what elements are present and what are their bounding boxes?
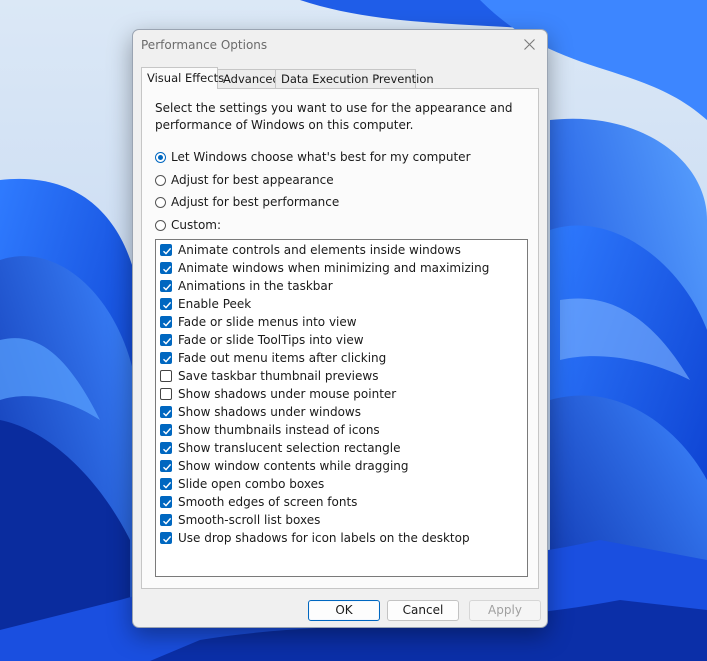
close-button[interactable] [517,33,543,57]
checkbox[interactable] [160,316,172,328]
option-label: Show thumbnails instead of icons [178,423,380,437]
checkbox[interactable] [160,496,172,508]
checkbox[interactable] [160,280,172,292]
window-title: Performance Options [141,38,268,52]
apply-button[interactable]: Apply [469,600,541,621]
option-label: Save taskbar thumbnail previews [178,369,379,383]
option-fade-tooltips[interactable]: Fade or slide ToolTips into view [160,331,364,349]
checkmark-icon [163,319,172,327]
option-shadows-windows[interactable]: Show shadows under windows [160,403,361,421]
checkbox[interactable] [160,334,172,346]
checkbox[interactable] [160,442,172,454]
tab-visual-effects[interactable]: Visual Effects [141,67,224,89]
option-label: Use drop shadows for icon labels on the … [178,531,470,545]
option-label: Enable Peek [178,297,252,311]
option-label: Show shadows under mouse pointer [178,387,397,401]
option-window-contents-dragging[interactable]: Show window contents while dragging [160,457,409,475]
checkmark-icon [163,337,172,345]
radio-button[interactable] [155,219,166,231]
checkbox[interactable] [160,406,172,418]
checkbox[interactable] [160,352,172,364]
option-shadows-mouse-pointer[interactable]: Show shadows under mouse pointer [160,385,396,403]
option-label: Show window contents while dragging [178,459,409,473]
checkmark-icon [163,283,172,291]
option-thumbnails-instead-of-icons[interactable]: Show thumbnails instead of icons [160,421,380,439]
checkbox[interactable] [160,244,172,256]
checkmark-icon [163,481,172,489]
option-label: Animations in the taskbar [178,279,333,293]
option-label: Fade or slide menus into view [178,315,357,329]
option-label: Animate windows when minimizing and maxi… [178,261,490,275]
option-translucent-selection[interactable]: Show translucent selection rectangle [160,439,401,457]
visual-effects-list[interactable]: Animate controls and elements inside win… [155,239,528,577]
checkmark-icon [163,445,172,453]
checkmark-icon [163,427,172,435]
radio-label: Adjust for best appearance [171,173,334,187]
radio-label: Adjust for best performance [171,195,340,209]
close-icon [524,39,535,50]
option-animate-controls[interactable]: Animate controls and elements inside win… [160,241,461,259]
checkmark-icon [163,355,172,363]
checkbox[interactable] [160,424,172,436]
option-label: Fade out menu items after clicking [178,351,387,365]
checkmark-icon [163,499,172,507]
visual-effects-panel: Select the settings you want to use for … [141,88,539,589]
radio-button[interactable] [155,174,166,186]
checkbox[interactable] [160,460,172,472]
cancel-button[interactable]: Cancel [387,600,459,621]
radio-button[interactable] [155,196,166,208]
option-label: Smooth-scroll list boxes [178,513,321,527]
checkbox[interactable] [160,514,172,526]
checkbox[interactable] [160,262,172,274]
option-label: Smooth edges of screen fonts [178,495,358,509]
option-fade-menu-items[interactable]: Fade out menu items after clicking [160,349,386,367]
checkmark-icon [163,463,172,471]
radio-best-appearance[interactable]: Adjust for best appearance [155,171,334,189]
option-drop-shadows-icon-labels[interactable]: Use drop shadows for icon labels on the … [160,529,470,547]
radio-let-windows-choose[interactable]: Let Windows choose what's best for my co… [155,148,471,166]
checkmark-icon [163,535,172,543]
radio-best-performance[interactable]: Adjust for best performance [155,193,339,211]
option-label: Fade or slide ToolTips into view [178,333,364,347]
checkbox[interactable] [160,298,172,310]
radio-custom[interactable]: Custom: [155,216,221,234]
radio-label: Custom: [171,218,222,232]
radio-label: Let Windows choose what's best for my co… [171,150,471,164]
option-label: Slide open combo boxes [178,477,325,491]
option-animate-windows[interactable]: Animate windows when minimizing and maxi… [160,259,489,277]
option-smooth-scroll-list-boxes[interactable]: Smooth-scroll list boxes [160,511,320,529]
option-smooth-font-edges[interactable]: Smooth edges of screen fonts [160,493,357,511]
tab-advanced[interactable]: Advanced [217,69,280,88]
checkmark-icon [163,301,172,309]
tab-data-execution-prevention[interactable]: Data Execution Prevention [275,69,434,88]
option-label: Show shadows under windows [178,405,361,419]
checkbox[interactable] [160,370,172,382]
option-label: Animate controls and elements inside win… [178,243,461,257]
checkmark-icon [163,265,172,273]
option-enable-peek[interactable]: Enable Peek [160,295,251,313]
title-bar[interactable]: Performance Options [133,30,547,60]
checkmark-icon [163,409,172,417]
performance-options-dialog: Performance Options Visual Effects Advan… [132,29,548,628]
checkmark-icon [163,247,172,255]
option-slide-combo-boxes[interactable]: Slide open combo boxes [160,475,324,493]
option-label: Show translucent selection rectangle [178,441,401,455]
checkbox[interactable] [160,532,172,544]
option-fade-menus[interactable]: Fade or slide menus into view [160,313,357,331]
option-save-thumbnail-previews[interactable]: Save taskbar thumbnail previews [160,367,378,385]
panel-description: Select the settings you want to use for … [155,101,513,132]
checkmark-icon [163,517,172,525]
radio-button[interactable] [155,151,166,163]
ok-button[interactable]: OK [308,600,380,621]
option-taskbar-animations[interactable]: Animations in the taskbar [160,277,333,295]
checkbox[interactable] [160,478,172,490]
checkbox[interactable] [160,388,172,400]
